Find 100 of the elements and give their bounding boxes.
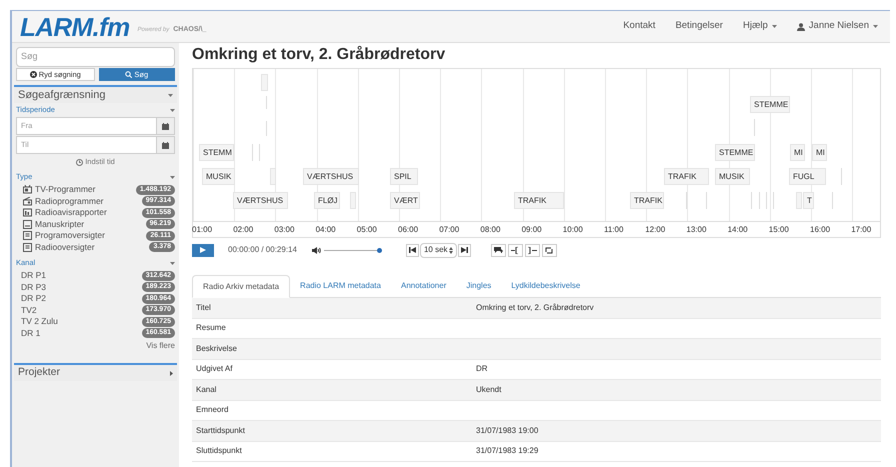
time-display: 00:00:00 / 00:29:14 (228, 244, 297, 256)
tab[interactable]: Radio Arkiv metadata (192, 275, 290, 298)
show-more-link[interactable]: Vis flere (146, 340, 175, 352)
play-button[interactable] (192, 244, 214, 256)
filter-item[interactable]: DR P3 (21, 280, 142, 294)
field-value: 31/07/1983 19:00 (476, 424, 538, 437)
timeline-segment[interactable]: MI (812, 144, 827, 161)
hour-label: 13:00 (686, 224, 706, 236)
caret-icon[interactable] (170, 262, 175, 264)
tick-mark (754, 119, 755, 136)
timeline-segment[interactable]: TRAFIK (630, 192, 664, 209)
hour-label: 06:00 (398, 224, 418, 236)
timeline-segment[interactable]: TRAFIK (664, 168, 709, 185)
filter-item[interactable]: Radioavisrapporter (35, 206, 142, 220)
mark-in-button[interactable] (508, 244, 523, 256)
step-select[interactable]: 10 sek (420, 242, 457, 258)
help-menu[interactable]: Hjælp (742, 19, 777, 34)
comment-add-button[interactable] (490, 244, 506, 256)
filter-item[interactable]: Manuskripter (35, 218, 146, 231)
tick-mark (706, 192, 707, 209)
field-label: Resume (195, 322, 227, 334)
hour-label: 02:00 (233, 224, 254, 236)
field-label: Emneord (195, 404, 230, 416)
document-icon (23, 185, 32, 194)
field-value: 31/07/1983 19:29 (476, 445, 538, 458)
document-icon (23, 220, 32, 229)
document-icon (23, 208, 32, 218)
field-label: Starttidspunkt (195, 424, 246, 437)
skip-forward-button[interactable] (458, 244, 471, 256)
hour-label: 11:00 (604, 224, 624, 236)
tab[interactable]: Annotationer (390, 275, 456, 297)
filter-item[interactable]: TV 2 Zulu (21, 315, 142, 328)
nav-link[interactable]: Betingelser (675, 19, 723, 34)
hour-label: 15:00 (768, 224, 789, 236)
user-menu[interactable]: Janne Nielsen (796, 19, 878, 34)
hour-label: 09:00 (522, 224, 542, 236)
document-icon (23, 242, 32, 252)
timeline-segment[interactable]: SPIL (390, 168, 418, 185)
skip-back-icon (408, 247, 416, 253)
volume-icon[interactable] (312, 246, 321, 254)
skip-back-button[interactable] (406, 244, 419, 256)
mark-out-button[interactable] (524, 244, 540, 256)
tab[interactable]: Jingles (456, 275, 502, 297)
document-icon (23, 196, 32, 206)
volume-slider[interactable] (324, 247, 380, 253)
section-title: Projekter (18, 365, 60, 380)
field-value: Ukendt (476, 384, 502, 396)
user-icon (796, 22, 805, 30)
tick-mark (266, 121, 267, 136)
hour-label: 12:00 (645, 224, 666, 236)
comment-add-icon (494, 246, 503, 254)
timeline-segment[interactable]: MI (790, 144, 805, 161)
tab[interactable]: Lydkildebeskrivelse (501, 275, 590, 297)
tick-mark (759, 192, 760, 209)
hour-label: 07:00 (439, 224, 460, 236)
play-icon (200, 247, 206, 253)
timeline-segment[interactable]: VÆRTSHUS (233, 192, 288, 209)
tick-mark (252, 144, 253, 161)
timeline-segment[interactable]: MUSIK (202, 168, 235, 185)
hour-label: 14:00 (728, 224, 748, 236)
field-value: DR (476, 363, 488, 376)
caret-icon[interactable] (168, 94, 173, 96)
caret-icon[interactable] (170, 370, 173, 376)
field-value: Omkring et torv, 2. Gråbrødretorv (476, 302, 594, 314)
caret-icon (772, 25, 777, 28)
filter-item[interactable]: Programoversigter (35, 229, 146, 242)
field-label: Titel (195, 302, 212, 314)
volume-thumb[interactable] (376, 248, 382, 252)
timeline-segment[interactable]: FLØJ (314, 192, 340, 209)
hour-label: 03:00 (274, 224, 294, 236)
timeline-segment[interactable]: TRAFIK (514, 192, 564, 209)
filter-item[interactable]: DR 1 (21, 326, 142, 340)
timeline-segment[interactable]: MUSIK (715, 168, 750, 185)
tick-mark (259, 144, 260, 161)
filter-item[interactable]: TV-Programmer (35, 183, 136, 196)
hour-label: 16:00 (810, 224, 830, 236)
filter-item[interactable]: Radioprogrammer (35, 194, 142, 208)
filter-item[interactable]: Radiooversigter (35, 240, 150, 254)
field-label: Kanal (195, 384, 218, 396)
logo[interactable]: LARM.fm (20, 14, 130, 40)
timeline-segment[interactable]: T (803, 192, 814, 209)
filter-item[interactable]: TV2 (21, 304, 142, 317)
filter-item[interactable]: DR P2 (21, 292, 142, 306)
timeline-segment[interactable]: FUGL (789, 168, 826, 185)
tick-mark (266, 96, 267, 109)
loop-button[interactable] (542, 244, 557, 256)
nav-link[interactable]: Kontakt (623, 19, 656, 34)
timeline-segment[interactable]: STEMME (715, 144, 756, 161)
timeline-segment[interactable]: VÆRT (390, 192, 420, 209)
tab[interactable]: Radio LARM metadata (290, 275, 391, 297)
clear-icon (30, 71, 37, 78)
timeline-segment[interactable]: STEMME (750, 96, 790, 113)
timeline-segment[interactable]: VÆRTSHUS (303, 168, 359, 185)
clock-icon (76, 158, 84, 166)
caret-icon[interactable] (170, 176, 175, 178)
tick-mark (841, 168, 842, 185)
filter-item[interactable]: DR P1 (21, 269, 142, 282)
page-title: Omkring et torv, 2. Gråbrødretorv (192, 44, 446, 65)
timeline-segment[interactable]: STEMM (199, 144, 234, 161)
caret-icon[interactable] (170, 108, 175, 112)
